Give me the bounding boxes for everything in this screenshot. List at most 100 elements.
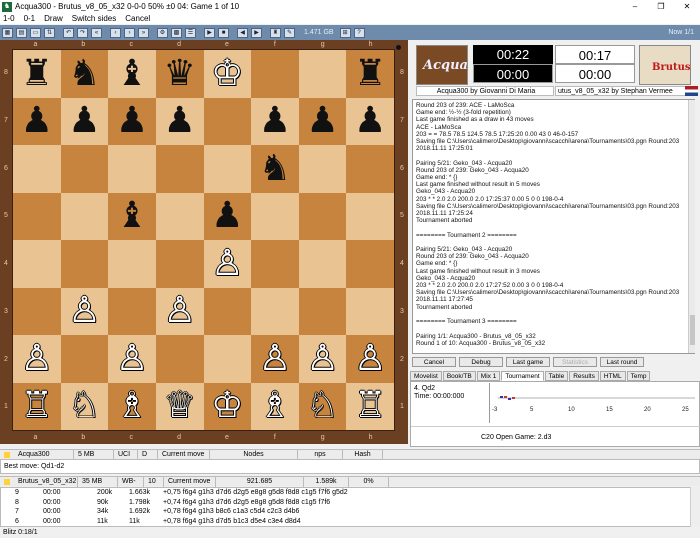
piece-b8[interactable]: ♞ bbox=[68, 55, 100, 92]
log-debug-button[interactable]: Debug bbox=[459, 357, 503, 367]
menu-black-wins[interactable]: 0-1 bbox=[24, 14, 36, 23]
menu-switch-sides[interactable]: Switch sides bbox=[72, 14, 116, 23]
piece-c7[interactable]: ♟ bbox=[116, 103, 148, 139]
square-c7[interactable]: ♟ bbox=[108, 97, 156, 145]
square-e6[interactable] bbox=[203, 145, 252, 193]
menu-white-wins[interactable]: 1-0 bbox=[3, 14, 15, 23]
principal-variation-table[interactable]: 9 00:00 200k 1.663k +0,75 f6g4 g1h3 d7d6 d2g… bbox=[0, 487, 700, 527]
square-h5[interactable] bbox=[346, 192, 394, 240]
square-e1[interactable]: ♔ bbox=[203, 382, 252, 430]
piece-d7[interactable]: ♟ bbox=[164, 103, 196, 139]
flip-board-icon[interactable]: ⇅ bbox=[44, 27, 55, 38]
square-f3[interactable] bbox=[251, 287, 299, 335]
piece-e4[interactable]: ♙ bbox=[211, 245, 243, 282]
piece-e5[interactable]: ♟ bbox=[211, 198, 243, 234]
square-b2[interactable] bbox=[60, 335, 109, 383]
square-e2[interactable] bbox=[203, 335, 252, 383]
square-d4[interactable] bbox=[155, 240, 204, 288]
forward-icon[interactable]: ▶ bbox=[251, 27, 262, 38]
piece-g2[interactable]: ♙ bbox=[306, 340, 338, 377]
board-icon[interactable]: ▩ bbox=[171, 27, 182, 38]
square-f8[interactable] bbox=[251, 50, 299, 98]
square-c8[interactable]: ♝ bbox=[108, 50, 156, 98]
square-g4[interactable] bbox=[298, 240, 347, 288]
piece-a2[interactable]: ♙ bbox=[21, 340, 53, 377]
square-a3[interactable] bbox=[13, 287, 61, 335]
next-move-icon[interactable]: › bbox=[124, 27, 135, 38]
square-c3[interactable] bbox=[108, 287, 156, 335]
square-f6[interactable]: ♞ bbox=[251, 145, 299, 193]
new-game-icon[interactable]: ▦ bbox=[2, 27, 13, 38]
log-last-game-button[interactable]: Last game bbox=[506, 357, 550, 367]
maximize-button[interactable]: ❐ bbox=[648, 1, 674, 13]
piece-a7[interactable]: ♟ bbox=[21, 103, 53, 139]
piece-h1[interactable]: ♖ bbox=[354, 388, 386, 424]
piece-b7[interactable]: ♟ bbox=[68, 103, 100, 139]
tab-results[interactable]: Results bbox=[569, 371, 599, 381]
square-a6[interactable] bbox=[13, 145, 61, 193]
square-h1[interactable]: ♖ bbox=[346, 382, 394, 430]
piece-a1[interactable]: ♖ bbox=[21, 388, 53, 424]
last-move-icon[interactable]: » bbox=[138, 27, 149, 38]
square-h8[interactable]: ♜ bbox=[346, 50, 394, 98]
log-scrollbar[interactable] bbox=[688, 100, 695, 353]
piece-h8[interactable]: ♜ bbox=[354, 55, 386, 92]
piece-f1[interactable]: ♗ bbox=[259, 388, 291, 424]
backward-icon[interactable]: ◀ bbox=[237, 27, 248, 38]
square-e7[interactable] bbox=[203, 97, 252, 145]
square-h7[interactable]: ♟ bbox=[346, 97, 394, 145]
square-f4[interactable] bbox=[251, 240, 299, 288]
grid-icon[interactable]: ⊞ bbox=[339, 27, 351, 38]
pv-row[interactable]: 6 00:00 11k 11k +0,78 f6g4 g1h3 d7d5 b1c3 d5… bbox=[1, 518, 691, 526]
engine-icon[interactable]: ⚙ bbox=[157, 27, 168, 38]
piece-c8[interactable]: ♝ bbox=[116, 55, 148, 92]
square-b5[interactable] bbox=[60, 192, 109, 240]
log-last-round-button[interactable]: Last round bbox=[600, 357, 644, 367]
minimize-button[interactable]: – bbox=[622, 1, 648, 13]
square-c1[interactable]: ♗ bbox=[108, 382, 156, 430]
log-cancel-button[interactable]: Cancel bbox=[412, 357, 456, 367]
tournament-icon[interactable]: ♜ bbox=[270, 27, 281, 38]
piece-e1[interactable]: ♔ bbox=[211, 388, 243, 424]
square-a7[interactable]: ♟ bbox=[13, 97, 61, 145]
square-g2[interactable]: ♙ bbox=[298, 335, 347, 383]
square-c4[interactable] bbox=[108, 240, 156, 288]
square-e4[interactable]: ♙ bbox=[203, 240, 252, 288]
square-g8[interactable] bbox=[298, 50, 347, 98]
piece-d1[interactable]: ♕ bbox=[164, 388, 196, 424]
piece-c5[interactable]: ♝ bbox=[116, 198, 148, 234]
log-statistics-button[interactable]: Statistics bbox=[553, 357, 597, 367]
square-f5[interactable] bbox=[251, 192, 299, 240]
square-e3[interactable] bbox=[203, 287, 252, 335]
square-b3[interactable]: ♙ bbox=[60, 287, 109, 335]
square-d7[interactable]: ♟ bbox=[155, 97, 204, 145]
square-d3[interactable]: ♙ bbox=[155, 287, 204, 335]
help-icon[interactable]: ? bbox=[353, 27, 365, 38]
tab-html[interactable]: HTML bbox=[599, 371, 626, 381]
tab-table[interactable]: Table bbox=[544, 371, 569, 381]
redo-icon[interactable]: ↷ bbox=[77, 27, 88, 38]
piece-h7[interactable]: ♟ bbox=[354, 103, 386, 139]
tab-movelist[interactable]: Movelist bbox=[410, 371, 442, 381]
piece-c1[interactable]: ♗ bbox=[116, 388, 148, 424]
square-a8[interactable]: ♜ bbox=[13, 50, 61, 98]
square-b1[interactable]: ♘ bbox=[60, 382, 109, 430]
square-g3[interactable] bbox=[298, 287, 347, 335]
analyze-icon[interactable]: ☰ bbox=[185, 27, 196, 38]
menu-draw[interactable]: Draw bbox=[44, 14, 63, 23]
close-button[interactable]: ✕ bbox=[674, 1, 700, 13]
square-c6[interactable] bbox=[108, 145, 156, 193]
square-a1[interactable]: ♖ bbox=[13, 382, 61, 430]
piece-f6[interactable]: ♞ bbox=[259, 150, 291, 187]
square-d2[interactable] bbox=[155, 335, 204, 383]
save-icon[interactable]: ▭ bbox=[30, 27, 41, 38]
stop-icon[interactable]: ■ bbox=[218, 27, 229, 38]
square-b4[interactable] bbox=[60, 240, 109, 288]
square-a4[interactable] bbox=[13, 240, 61, 288]
square-f7[interactable]: ♟ bbox=[251, 97, 299, 145]
square-a5[interactable] bbox=[13, 192, 61, 240]
settings-icon[interactable]: ✎ bbox=[284, 27, 295, 38]
pv-scrollbar[interactable] bbox=[690, 487, 700, 527]
square-g7[interactable]: ♟ bbox=[298, 97, 347, 145]
piece-f7[interactable]: ♟ bbox=[259, 103, 291, 139]
